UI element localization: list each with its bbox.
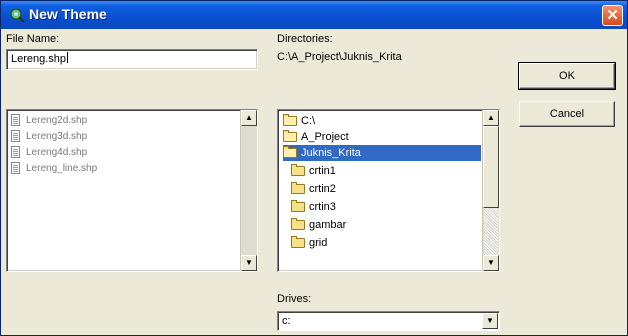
scroll-up-icon[interactable]: ▲ — [483, 110, 499, 126]
drives-label: Drives: — [277, 293, 312, 305]
directory-item-gambar[interactable]: gambar — [291, 217, 346, 233]
file-name-text: Lereng3d.shp — [26, 131, 88, 142]
file-name-input[interactable]: Lereng.shp — [6, 49, 258, 70]
directory-item-c-root[interactable]: C:\ — [283, 113, 315, 129]
directory-item-label: grid — [309, 237, 328, 249]
file-name-value: Lereng.shp — [11, 53, 67, 65]
scroll-down-icon[interactable]: ▼ — [483, 255, 499, 271]
directories-label: Directories: — [277, 33, 333, 45]
drives-value: c: — [282, 315, 291, 327]
directory-item-label: crtin2 — [309, 183, 336, 195]
file-list-scrollbar[interactable]: ▲ ▼ — [240, 110, 257, 271]
directory-item-label: A_Project — [301, 131, 349, 143]
scroll-down-icon[interactable]: ▼ — [241, 255, 257, 271]
drives-select[interactable]: c: ▼ — [277, 311, 500, 331]
scroll-thumb[interactable] — [483, 126, 499, 208]
directory-item-label: gambar — [309, 219, 347, 231]
directory-item-grid[interactable]: grid — [291, 235, 327, 251]
list-item[interactable]: Lereng2d.shp — [11, 113, 87, 129]
list-item[interactable]: Lereng3d.shp — [11, 129, 87, 145]
cancel-button[interactable]: Cancel — [519, 101, 615, 127]
file-icon — [11, 114, 20, 127]
directory-item-label: crtin1 — [309, 165, 336, 177]
new-theme-dialog: New Theme ✕ File Name: Lereng.shp Lereng… — [0, 0, 628, 336]
folder-icon — [291, 200, 305, 213]
open-folder-icon — [283, 146, 297, 159]
ok-button[interactable]: OK — [518, 62, 616, 90]
open-folder-icon — [283, 130, 297, 143]
current-path: C:\A_Project\Juknis_Krita — [277, 51, 402, 63]
file-icon — [11, 130, 20, 143]
directory-item-label: C:\ — [301, 115, 316, 127]
file-list[interactable]: Lereng2d.shp Lereng3d.shp Lereng4d.shp L… — [6, 109, 258, 272]
close-icon: ✕ — [606, 7, 619, 24]
directory-list[interactable]: C:\ A_Project Juknis_Krita crtin1 crtin2… — [277, 109, 500, 272]
directory-item-label: Juknis_Krita — [301, 147, 361, 159]
directory-item-label: crtin3 — [309, 201, 336, 213]
list-item[interactable]: Lereng4d.shp — [11, 145, 87, 161]
directory-item-crtin2[interactable]: crtin2 — [291, 181, 336, 197]
file-name-label: File Name: — [6, 33, 60, 45]
file-name-text: Lereng_line.shp — [26, 163, 98, 174]
folder-icon — [291, 218, 305, 231]
scroll-up-icon[interactable]: ▲ — [241, 110, 257, 126]
directory-list-scrollbar[interactable]: ▲ ▼ — [482, 110, 499, 271]
close-button[interactable]: ✕ — [602, 5, 623, 26]
list-item[interactable]: Lereng_line.shp — [11, 161, 97, 177]
folder-icon — [291, 164, 305, 177]
directory-item-a-project[interactable]: A_Project — [283, 129, 349, 145]
folder-icon — [291, 182, 305, 195]
chevron-down-icon[interactable]: ▼ — [482, 313, 498, 329]
folder-icon — [291, 236, 305, 249]
directory-item-crtin1[interactable]: crtin1 — [291, 163, 336, 179]
open-folder-icon — [283, 114, 297, 127]
window-title: New Theme — [29, 6, 107, 22]
file-icon — [11, 162, 20, 175]
file-name-text: Lereng4d.shp — [26, 147, 88, 158]
magnifier-globe-icon — [10, 8, 25, 23]
directory-item-juknis-krita[interactable]: Juknis_Krita — [283, 145, 481, 161]
title-bar[interactable]: New Theme ✕ — [1, 1, 627, 29]
file-name-text: Lereng2d.shp — [26, 115, 88, 126]
directory-item-crtin3[interactable]: crtin3 — [291, 199, 336, 215]
file-icon — [11, 146, 20, 159]
scroll-track[interactable] — [484, 208, 498, 255]
